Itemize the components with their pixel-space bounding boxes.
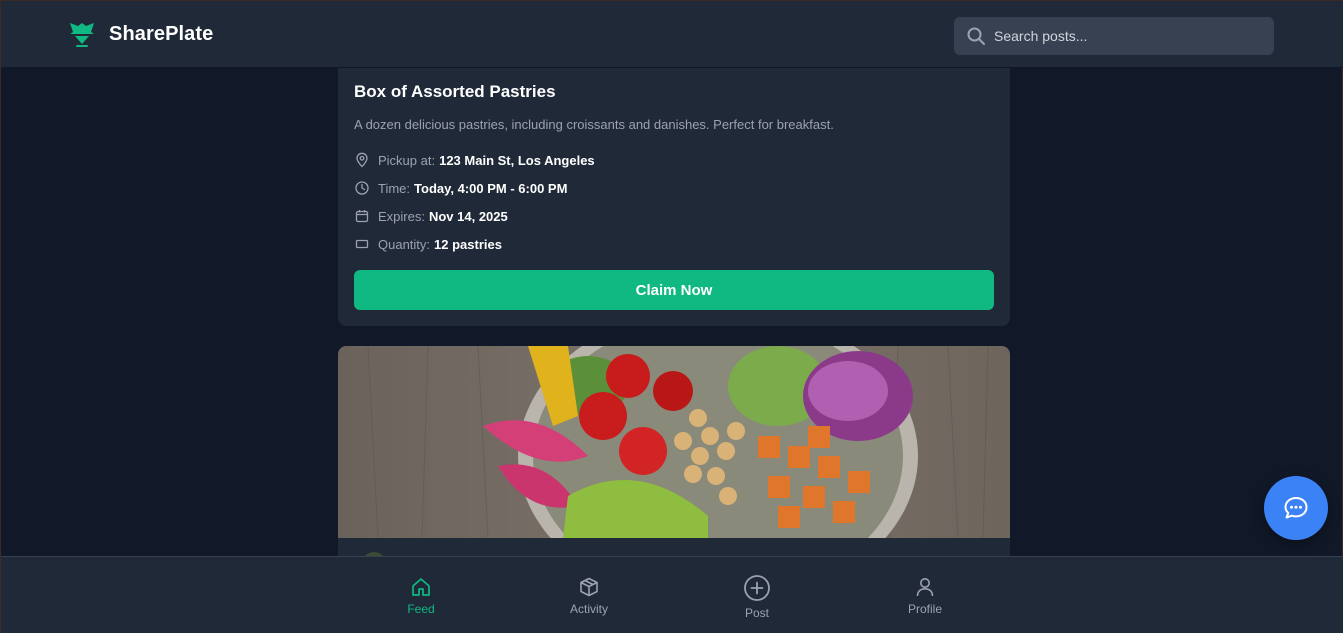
- bottom-nav: Feed Activity Post Profile: [1, 556, 1343, 633]
- chat-button[interactable]: [1264, 476, 1328, 540]
- post-card: [338, 346, 1010, 556]
- search-input[interactable]: [994, 28, 1254, 44]
- expires-detail: Expires: Nov 14, 2025: [354, 208, 508, 224]
- detail-value: 12 pastries: [434, 236, 502, 252]
- quantity-detail: Quantity: 12 pastries: [354, 236, 502, 252]
- nav-item-activity[interactable]: Activity: [544, 557, 634, 633]
- nav-label: Activity: [569, 602, 608, 616]
- nav-item-feed[interactable]: Feed: [376, 557, 466, 633]
- home-icon: [412, 578, 430, 596]
- nav-item-post[interactable]: Post: [712, 557, 802, 633]
- detail-label: Expires:: [378, 208, 425, 224]
- shareplate-logo-icon: [70, 23, 94, 47]
- post-title: Box of Assorted Pastries: [354, 82, 556, 101]
- claim-now-button[interactable]: Claim Now: [354, 270, 994, 310]
- time-detail: Time: Today, 4:00 PM - 6:00 PM: [354, 180, 567, 196]
- brand-name: SharePlate: [109, 22, 214, 45]
- calendar-icon: [355, 210, 369, 223]
- clock-icon: [355, 181, 369, 195]
- plus-circle-icon: [744, 575, 770, 601]
- search-box[interactable]: [954, 17, 1274, 55]
- nav-item-profile[interactable]: Profile: [880, 557, 970, 633]
- pickup-detail: Pickup at: 123 Main St, Los Angeles: [354, 152, 595, 168]
- nav-label: Post: [744, 606, 769, 620]
- package-icon: [580, 577, 598, 597]
- map-pin-icon: [356, 152, 368, 168]
- detail-label: Time:: [378, 180, 411, 196]
- feed: Box of Assorted Pastries A dozen delicio…: [338, 68, 1010, 556]
- detail-value: Today, 4:00 PM - 6:00 PM: [414, 180, 568, 196]
- brand[interactable]: SharePlate: [67, 20, 213, 48]
- post-card: Box of Assorted Pastries A dozen delicio…: [338, 68, 1010, 326]
- post-description: A dozen delicious pastries, including cr…: [354, 117, 834, 132]
- nav-label: Feed: [407, 602, 435, 616]
- detail-value: 123 Main St, Los Angeles: [439, 152, 595, 168]
- user-icon: [916, 578, 934, 597]
- detail-label: Quantity:: [378, 236, 431, 252]
- chat-bubble-icon: [1284, 497, 1308, 519]
- app-header: SharePlate: [1, 1, 1343, 68]
- detail-label: Pickup at:: [378, 152, 436, 168]
- search-icon: [967, 27, 985, 45]
- nav-label: Profile: [907, 602, 942, 616]
- detail-value: Nov 14, 2025: [428, 208, 508, 224]
- salad-bowl-photo[interactable]: [338, 346, 1010, 538]
- box-icon: [355, 239, 369, 249]
- salad-bowl-illustration: [338, 346, 1010, 538]
